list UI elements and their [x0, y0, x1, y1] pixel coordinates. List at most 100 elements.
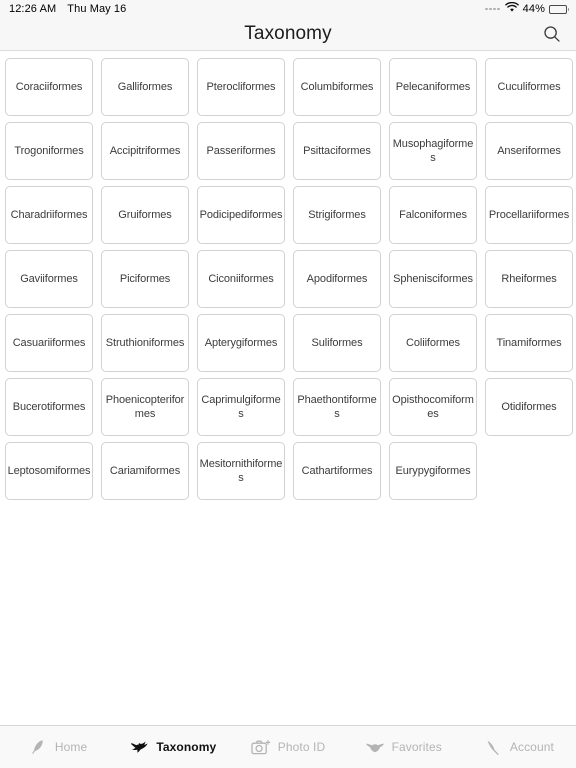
tab-taxonomy[interactable]: Taxonomy	[115, 726, 230, 768]
taxon-label: Pelecaniformes	[395, 81, 471, 93]
taxon-label: Falconiformes	[399, 209, 467, 221]
taxon-card[interactable]: Anseriformes	[485, 122, 573, 180]
taxon-card[interactable]: Opisthocomiformes	[389, 378, 477, 436]
page-title: Taxonomy	[244, 23, 332, 44]
taxon-card[interactable]: Casuariiformes	[5, 314, 93, 372]
taxon-label: Rheiformes	[501, 273, 557, 285]
taxon-card[interactable]: Suliformes	[293, 314, 381, 372]
battery-icon	[549, 4, 569, 14]
taxon-card[interactable]: Ciconiiformes	[197, 250, 285, 308]
taxon-card[interactable]: Cariamiformes	[101, 442, 189, 500]
taxon-card[interactable]: Leptosomiformes	[5, 442, 93, 500]
taxon-card[interactable]: Gruiformes	[101, 186, 189, 244]
taxon-label: Trogoniformes	[14, 145, 84, 157]
quill-icon	[483, 737, 503, 757]
taxon-card[interactable]: Podicipediformes	[197, 186, 285, 244]
taxon-label: Gruiformes	[118, 209, 172, 221]
taxon-card[interactable]: Sphenisciformes	[389, 250, 477, 308]
taxon-label: Columbiformes	[300, 81, 374, 93]
taxon-card[interactable]: Caprimulgiformes	[197, 378, 285, 436]
taxon-card[interactable]: Otidiformes	[485, 378, 573, 436]
taxon-card[interactable]: Pelecaniformes	[389, 58, 477, 116]
taxon-card[interactable]: Coliiformes	[389, 314, 477, 372]
status-date: Thu May 16	[67, 3, 127, 15]
tab-favorites[interactable]: Favorites	[346, 726, 461, 768]
search-icon[interactable]	[538, 20, 566, 48]
taxon-card[interactable]: Rheiformes	[485, 250, 573, 308]
tab-photo-id[interactable]: Photo ID	[230, 726, 345, 768]
camera-plus-icon	[251, 737, 271, 757]
taxon-label: Anseriformes	[497, 145, 561, 157]
tab-account[interactable]: Account	[461, 726, 576, 768]
taxon-label: Otidiformes	[501, 401, 557, 413]
taxon-label: Accipitriformes	[109, 145, 181, 157]
taxon-label: Podicipediformes	[199, 209, 283, 221]
taxonomy-grid: Coraciiformes Galliformes Pterocliformes Co…	[5, 58, 576, 500]
taxon-card[interactable]: Tinamiformes	[485, 314, 573, 372]
taxon-card[interactable]: Psittaciformes	[293, 122, 381, 180]
taxon-label: Struthioniformes	[105, 337, 185, 349]
bottom-tab-bar: Home Taxonomy Photo ID Favorites Account	[0, 725, 576, 768]
taxon-label: Strigiformes	[308, 209, 366, 221]
taxon-label: Procellariiformes	[488, 209, 570, 221]
taxon-card[interactable]: Galliformes	[101, 58, 189, 116]
taxon-card[interactable]: Accipitriformes	[101, 122, 189, 180]
taxonomy-content: Coraciiformes Galliformes Pterocliformes Co…	[0, 51, 576, 725]
taxon-label: Phoenicopteriformes	[105, 394, 185, 420]
taxon-card[interactable]: Phoenicopteriformes	[101, 378, 189, 436]
taxon-label: Opisthocomiformes	[392, 394, 474, 420]
taxon-label: Phaethontiformes	[297, 394, 377, 420]
taxon-label: Cathartiformes	[301, 465, 373, 477]
taxon-label: Bucerotiformes	[12, 401, 86, 413]
taxon-label: Passeriformes	[206, 145, 276, 157]
taxon-card[interactable]: Mesitornithiformes	[197, 442, 285, 500]
taxon-card[interactable]: Struthioniformes	[101, 314, 189, 372]
taxon-label: Sphenisciformes	[393, 273, 473, 285]
taxon-card[interactable]: Passeriformes	[197, 122, 285, 180]
taxon-card[interactable]: Cuculiformes	[485, 58, 573, 116]
taxon-card[interactable]: Trogoniformes	[5, 122, 93, 180]
taxon-label: Mesitornithiformes	[199, 458, 283, 484]
taxon-label: Psittaciformes	[303, 145, 371, 157]
navigation-bar: Taxonomy	[0, 18, 576, 51]
taxon-card[interactable]: Falconiformes	[389, 186, 477, 244]
tab-home[interactable]: Home	[0, 726, 115, 768]
taxon-label: Tinamiformes	[496, 337, 562, 349]
taxon-card[interactable]: Apterygiformes	[197, 314, 285, 372]
taxon-card[interactable]: Gaviiformes	[5, 250, 93, 308]
status-bar-right: 44%	[485, 1, 569, 16]
taxon-card[interactable]: Columbiformes	[293, 58, 381, 116]
taxon-card[interactable]: Eurypygiformes	[389, 442, 477, 500]
status-bar-left: 12:26 AM Thu May 16	[9, 3, 126, 15]
taxon-card[interactable]: Charadriiformes	[5, 186, 93, 244]
taxon-label: Pterocliformes	[206, 81, 276, 93]
taxon-label: Piciformes	[119, 273, 171, 285]
taxon-card[interactable]: Coraciiformes	[5, 58, 93, 116]
taxon-card[interactable]: Bucerotiformes	[5, 378, 93, 436]
tab-label: Taxonomy	[156, 740, 217, 754]
taxon-label: Apterygiformes	[204, 337, 278, 349]
taxon-label: Coliiformes	[406, 337, 460, 349]
tab-label: Home	[54, 740, 88, 754]
taxon-label: Casuariiformes	[12, 337, 86, 349]
taxon-label: Galliformes	[117, 81, 173, 93]
taxon-card[interactable]: Pterocliformes	[197, 58, 285, 116]
taxon-card[interactable]: Procellariiformes	[485, 186, 573, 244]
taxon-label: Coraciiformes	[15, 81, 83, 93]
taxon-card[interactable]: Phaethontiformes	[293, 378, 381, 436]
taxon-card[interactable]: Cathartiformes	[293, 442, 381, 500]
taxon-label: Musophagiformes	[392, 138, 474, 164]
taxon-label: Charadriiformes	[10, 209, 88, 221]
taxon-label: Gaviiformes	[20, 273, 78, 285]
taxon-label: Caprimulgiformes	[201, 394, 281, 420]
taxon-label: Cariamiformes	[109, 465, 181, 477]
app-window: 12:26 AM Thu May 16 44% Taxonomy Coracii…	[0, 0, 576, 768]
taxon-card[interactable]: Apodiformes	[293, 250, 381, 308]
taxon-label: Cuculiformes	[497, 81, 561, 93]
taxon-card[interactable]: Piciformes	[101, 250, 189, 308]
taxon-label: Leptosomiformes	[7, 465, 91, 477]
taxon-card[interactable]: Strigiformes	[293, 186, 381, 244]
wifi-icon	[504, 1, 519, 16]
taxon-label: Suliformes	[311, 337, 363, 349]
taxon-card[interactable]: Musophagiformes	[389, 122, 477, 180]
